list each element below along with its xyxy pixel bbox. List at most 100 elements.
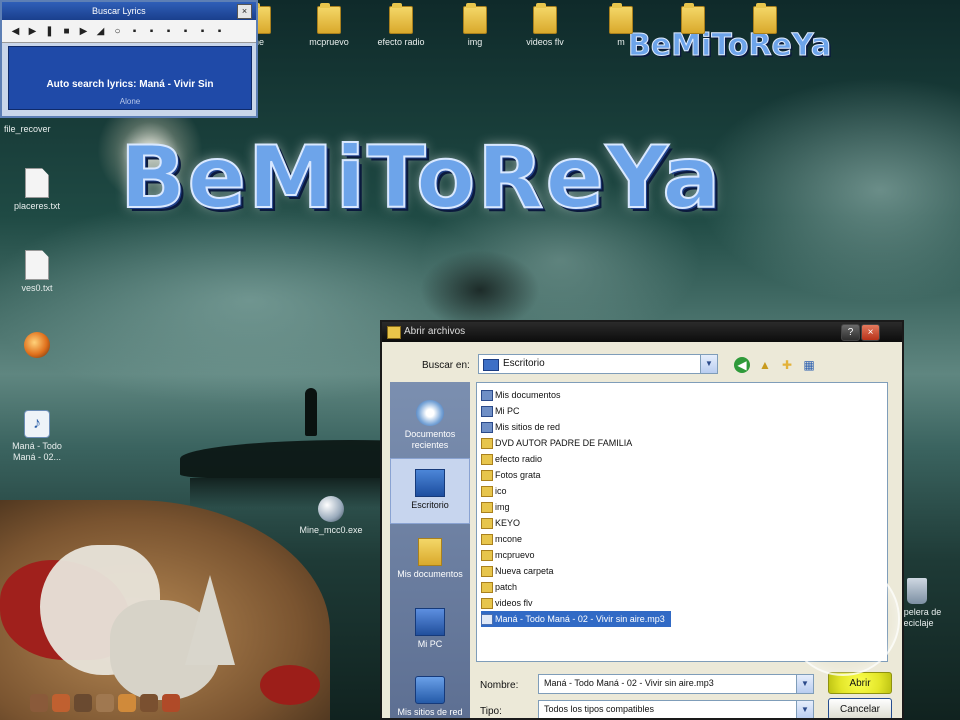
save-icon[interactable]: ▪ bbox=[180, 26, 191, 37]
file-list-item[interactable]: Mi PC bbox=[481, 403, 520, 419]
desktop-icon-text-file[interactable]: placeres.txt bbox=[0, 168, 74, 212]
places-desktop[interactable]: Escritorio bbox=[390, 458, 470, 524]
close-icon[interactable]: × bbox=[237, 4, 252, 19]
desktop-icon-label: mcpruevo bbox=[309, 37, 349, 47]
folder-icon bbox=[463, 3, 487, 34]
tree-silhouette bbox=[420, 250, 540, 330]
dock-item-icon[interactable] bbox=[74, 694, 92, 712]
settings-icon[interactable]: ▪ bbox=[214, 26, 225, 37]
file-name: Mis documentos bbox=[495, 390, 561, 400]
cancel-button[interactable]: Cancelar bbox=[828, 698, 892, 718]
logo-text-large: BeMiToReYa bbox=[119, 127, 723, 229]
file-list-item[interactable]: patch bbox=[481, 579, 517, 595]
folder-icon bbox=[533, 3, 557, 34]
dock-item-icon[interactable] bbox=[140, 694, 158, 712]
folder-icon bbox=[609, 3, 633, 34]
file-name: Nueva carpeta bbox=[495, 566, 554, 576]
desktop-icon-label: placeres.txt bbox=[13, 201, 61, 211]
file-list-item[interactable]: mcone bbox=[481, 531, 522, 547]
file-list-item[interactable]: videos flv bbox=[481, 595, 533, 611]
close-icon[interactable]: × bbox=[861, 324, 880, 341]
copy-icon[interactable]: ▪ bbox=[163, 26, 174, 37]
file-list-item-selected[interactable]: Maná - Todo Maná - 02 - Vivir sin aire.m… bbox=[481, 611, 671, 627]
file-list-item[interactable]: KEYO bbox=[481, 515, 520, 531]
desktop-icon-text-file[interactable]: ves0.txt bbox=[0, 250, 74, 294]
file-list-item[interactable]: Fotos grata bbox=[481, 467, 541, 483]
desktop-icon-label: ves0.txt bbox=[21, 283, 53, 293]
places-my-computer[interactable]: Mi PC bbox=[390, 602, 470, 664]
desktop-icon-folder[interactable]: m bbox=[584, 3, 658, 48]
desktop-icon-label: m bbox=[617, 37, 625, 47]
folder-icon bbox=[753, 3, 777, 34]
chevron-down-icon[interactable]: ▼ bbox=[796, 701, 813, 718]
previous-icon[interactable]: ◀ bbox=[10, 26, 21, 37]
dialog-titlebar[interactable]: Abrir archivos ? × bbox=[382, 322, 902, 342]
file-name: Mi PC bbox=[495, 406, 520, 416]
back-arrow-icon[interactable]: ◀ bbox=[734, 357, 750, 373]
desktop-icon-folder[interactable]: mcpruevo bbox=[292, 3, 366, 48]
file-list-item[interactable]: efecto radio bbox=[481, 451, 542, 467]
edit-icon[interactable]: ▪ bbox=[197, 26, 208, 37]
file-list-item[interactable]: Nueva carpeta bbox=[481, 563, 554, 579]
desktop-icon-media-file[interactable]: ♪ Maná - Todo Maná - 02... bbox=[0, 410, 74, 463]
folder-icon bbox=[481, 566, 493, 577]
file-list-item[interactable]: Mis documentos bbox=[481, 387, 561, 403]
file-list-item[interactable]: mcpruevo bbox=[481, 547, 535, 563]
stop-icon[interactable]: ■ bbox=[61, 26, 72, 37]
media-file-icon: ♪ bbox=[24, 410, 50, 438]
desktop-icon-file-recover[interactable]: file_recover bbox=[0, 124, 78, 135]
desktop-icon-firefox[interactable] bbox=[0, 332, 74, 361]
desktop-icon-folder[interactable]: videos flv bbox=[508, 3, 582, 48]
dock-item-icon[interactable] bbox=[96, 694, 114, 712]
places-my-documents[interactable]: Mis documentos bbox=[390, 532, 470, 594]
font-icon[interactable]: ▪ bbox=[146, 26, 157, 37]
file-name-label: Nombre: bbox=[480, 680, 519, 691]
file-name: Maná - Todo Maná - 02 - Vivir sin aire.m… bbox=[495, 614, 665, 624]
options-icon[interactable]: ▪ bbox=[129, 26, 140, 37]
desktop-icon-folder[interactable] bbox=[728, 3, 802, 37]
chevron-down-icon[interactable]: ▼ bbox=[700, 355, 717, 373]
file-list-item[interactable]: DVD AUTOR PADRE DE FAMILIA bbox=[481, 435, 632, 451]
place-label: Mis documentos bbox=[397, 569, 463, 579]
folder-icon bbox=[481, 438, 493, 449]
text-file-icon bbox=[25, 250, 49, 280]
desktop-icon-label: img bbox=[467, 37, 483, 47]
file-name-input[interactable]: Maná - Todo Maná - 02 - Vivir sin aire.m… bbox=[538, 674, 814, 694]
file-list-item[interactable]: ico bbox=[481, 483, 507, 499]
view-menu-icon[interactable]: ▦ bbox=[800, 356, 818, 374]
desktop-icon bbox=[483, 359, 499, 371]
new-folder-icon[interactable]: ✚ bbox=[778, 356, 796, 374]
desktop-icon-folder[interactable]: efecto radio bbox=[364, 3, 438, 48]
dock-item-icon[interactable] bbox=[118, 694, 136, 712]
recent-documents-icon bbox=[416, 400, 444, 426]
up-folder-icon[interactable]: ▲ bbox=[756, 356, 774, 374]
play-icon[interactable]: ▶ bbox=[27, 26, 38, 37]
help-icon[interactable]: ? bbox=[841, 324, 860, 341]
desktop-icon-folder[interactable] bbox=[656, 3, 730, 37]
desktop-icon-label: videos flv bbox=[526, 37, 564, 47]
audio-file-icon bbox=[481, 614, 493, 625]
pause-icon[interactable]: ❚ bbox=[44, 26, 55, 37]
lyrics-window-titlebar[interactable]: Buscar Lyrics × bbox=[2, 2, 256, 20]
dock-item-icon[interactable] bbox=[30, 694, 48, 712]
dock-item-icon[interactable] bbox=[162, 694, 180, 712]
places-recent-documents[interactable]: Documentos recientes bbox=[390, 392, 470, 454]
folder-icon bbox=[481, 550, 493, 561]
folder-icon bbox=[681, 3, 705, 34]
volume-icon[interactable]: ◢ bbox=[95, 26, 106, 37]
folder-icon bbox=[481, 598, 493, 609]
next-icon[interactable]: ▶ bbox=[78, 26, 89, 37]
file-type-dropdown[interactable]: Todos los tipos compatibles ▼ bbox=[538, 700, 814, 718]
desktop-icon-folder[interactable]: img bbox=[438, 3, 512, 48]
desktop-icon-exe[interactable]: Mine_mcc0.exe bbox=[294, 496, 368, 536]
file-name: ico bbox=[495, 486, 507, 496]
places-network[interactable]: Mis sitios de red bbox=[390, 670, 470, 718]
file-list-item[interactable]: Mis sitios de red bbox=[481, 419, 560, 435]
look-in-dropdown[interactable]: Escritorio ▼ bbox=[478, 354, 718, 374]
firefox-icon bbox=[24, 332, 50, 358]
chevron-down-icon[interactable]: ▼ bbox=[796, 675, 813, 693]
search-icon[interactable]: ○ bbox=[112, 26, 123, 37]
file-list-item[interactable]: img bbox=[481, 499, 510, 515]
dock-item-icon[interactable] bbox=[52, 694, 70, 712]
lyrics-search-message: Auto search lyrics: Maná - Vivir Sin bbox=[46, 79, 214, 90]
